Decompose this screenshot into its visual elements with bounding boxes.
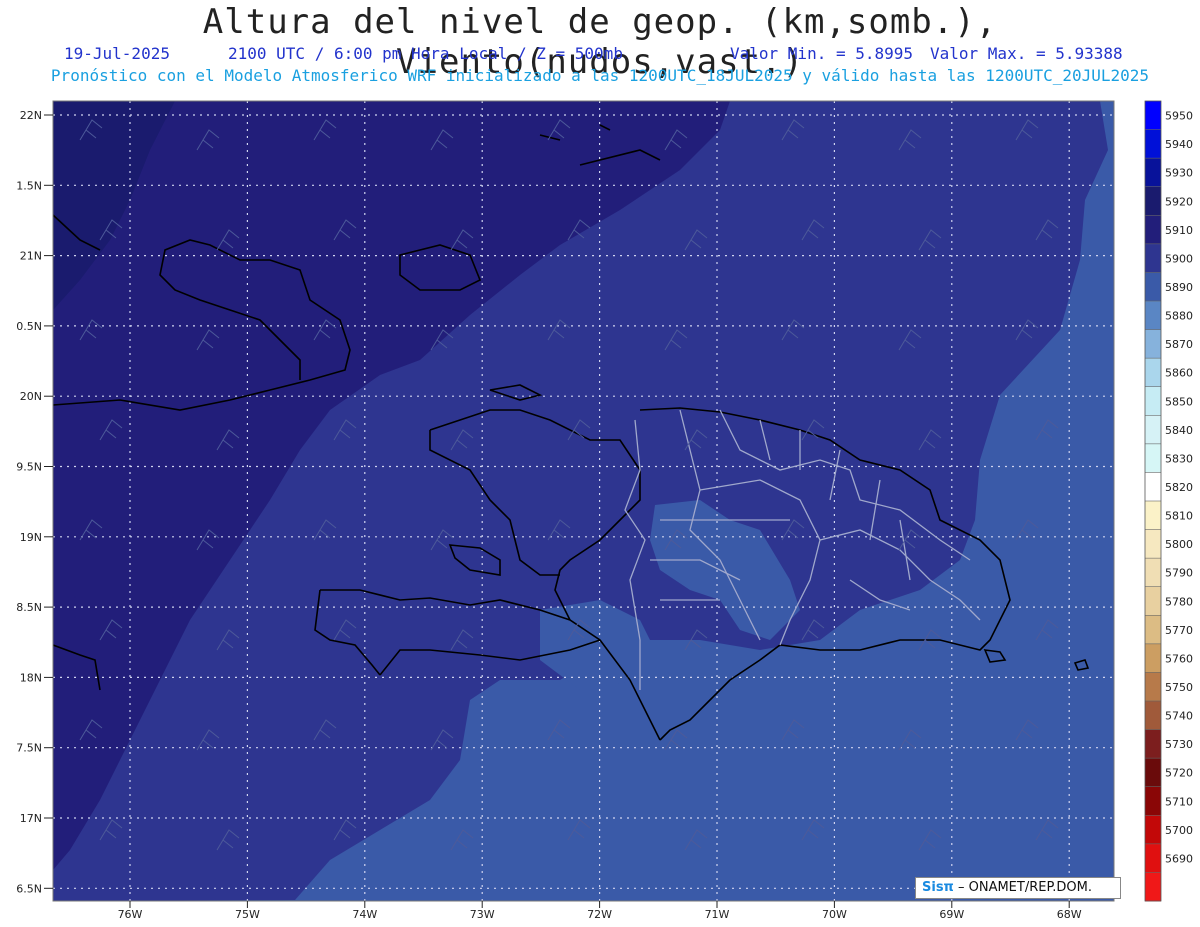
colorbar-swatch (1145, 643, 1161, 673)
colorbar-label: 5900 (1165, 252, 1193, 265)
colorbar-swatch (1145, 243, 1161, 273)
latitude-labels: 22N 1.5N 21N 0.5N 20N 9.5N 19N 8.5N 18N 7.5N 17N 6.… (16, 109, 53, 895)
colorbar-label: 5860 (1165, 367, 1193, 380)
colorbar-swatch (1145, 815, 1161, 845)
sispi-logo: Sisπ (922, 880, 954, 895)
lon-label: 76W (118, 908, 143, 921)
colorbar-label: 5920 (1165, 195, 1193, 208)
colorbar-label: 5810 (1165, 510, 1193, 523)
colorbar-swatch (1145, 358, 1161, 388)
colorbar-label: 5910 (1165, 224, 1193, 237)
colorbar-label: 5790 (1165, 567, 1193, 580)
colorbar-label: 5760 (1165, 652, 1193, 665)
credit-text: – ONAMET/REP.DOM. (957, 880, 1093, 895)
lon-label: 71W (705, 908, 730, 921)
lat-label: 22N (20, 109, 42, 122)
colorbar-label: 5930 (1165, 167, 1193, 180)
colorbar-label: 5890 (1165, 281, 1193, 294)
longitude-labels: 76W 75W 74W 73W 72W 71W 70W 69W 68W (118, 901, 1082, 921)
colorbar-swatch (1145, 843, 1161, 873)
lat-label: 21N (20, 250, 42, 263)
colorbar-swatch (1145, 186, 1161, 216)
colorbar-label: 5940 (1165, 138, 1193, 151)
credit-box: Sisπ – ONAMET/REP.DOM. (915, 877, 1121, 899)
geopotential-fill (53, 101, 1114, 901)
lat-label: 1.5N (16, 179, 42, 192)
colorbar-label: 5700 (1165, 824, 1193, 837)
colorbar-swatch (1145, 101, 1161, 131)
colorbar-label: 5740 (1165, 710, 1193, 723)
colorbar-swatch (1145, 501, 1161, 531)
colorbar-swatch (1145, 786, 1161, 816)
colorbar-swatch (1145, 758, 1161, 788)
lon-label: 75W (235, 908, 260, 921)
colorbar-swatch (1145, 872, 1161, 902)
colorbar-swatch (1145, 215, 1161, 245)
colorbar-swatch (1145, 386, 1161, 416)
colorbar-swatch (1145, 529, 1161, 559)
colorbar-label: 5730 (1165, 738, 1193, 751)
colorbar-label: 5690 (1165, 852, 1193, 865)
colorbar-swatch (1145, 615, 1161, 645)
colorbar-label: 5780 (1165, 595, 1193, 608)
lon-label: 70W (822, 908, 847, 921)
lat-label: 17N (20, 812, 42, 825)
colorbar-swatch (1145, 329, 1161, 359)
colorbar-swatch (1145, 729, 1161, 759)
lon-label: 72W (587, 908, 612, 921)
colorbar-swatch (1145, 672, 1161, 702)
colorbar-swatch (1145, 558, 1161, 588)
colorbar-label: 5870 (1165, 338, 1193, 351)
lat-label: 8.5N (16, 601, 42, 614)
lon-label: 69W (939, 908, 964, 921)
lat-label: 7.5N (16, 742, 42, 755)
colorbar-label: 5830 (1165, 452, 1193, 465)
lat-label: 18N (20, 671, 42, 684)
colorbar-swatch (1145, 158, 1161, 188)
colorbar-swatch (1145, 129, 1161, 159)
colorbar: 5950 5940 5930 5920 5910 5900 5890 5880 5870 5860… (1144, 100, 1193, 902)
colorbar-label: 5750 (1165, 681, 1193, 694)
colorbar-label: 5880 (1165, 310, 1193, 323)
lat-label: 6.5N (16, 882, 42, 895)
colorbar-label: 5720 (1165, 767, 1193, 780)
colorbar-label: 5820 (1165, 481, 1193, 494)
colorbar-swatch (1145, 301, 1161, 331)
colorbar-swatch (1145, 701, 1161, 731)
map-panel: 22N 1.5N 21N 0.5N 20N 9.5N 19N 8.5N 18N 7.5N 17N 6.… (16, 100, 1193, 921)
lat-label: 19N (20, 531, 42, 544)
lat-label: 0.5N (16, 320, 42, 333)
lon-label: 68W (1057, 908, 1082, 921)
colorbar-label: 5850 (1165, 395, 1193, 408)
lat-label: 9.5N (16, 461, 42, 474)
colorbar-label: 5800 (1165, 538, 1193, 551)
colorbar-label: 5770 (1165, 624, 1193, 637)
colorbar-swatch (1145, 586, 1161, 616)
lon-label: 74W (352, 908, 377, 921)
lat-label: 20N (20, 390, 42, 403)
colorbar-label: 5950 (1165, 110, 1193, 123)
colorbar-label: 5710 (1165, 795, 1193, 808)
lon-label: 73W (470, 908, 495, 921)
colorbar-swatch (1145, 443, 1161, 473)
colorbar-label: 5840 (1165, 424, 1193, 437)
colorbar-swatch (1145, 472, 1161, 502)
colorbar-swatch (1145, 272, 1161, 302)
colorbar-swatch (1145, 415, 1161, 445)
